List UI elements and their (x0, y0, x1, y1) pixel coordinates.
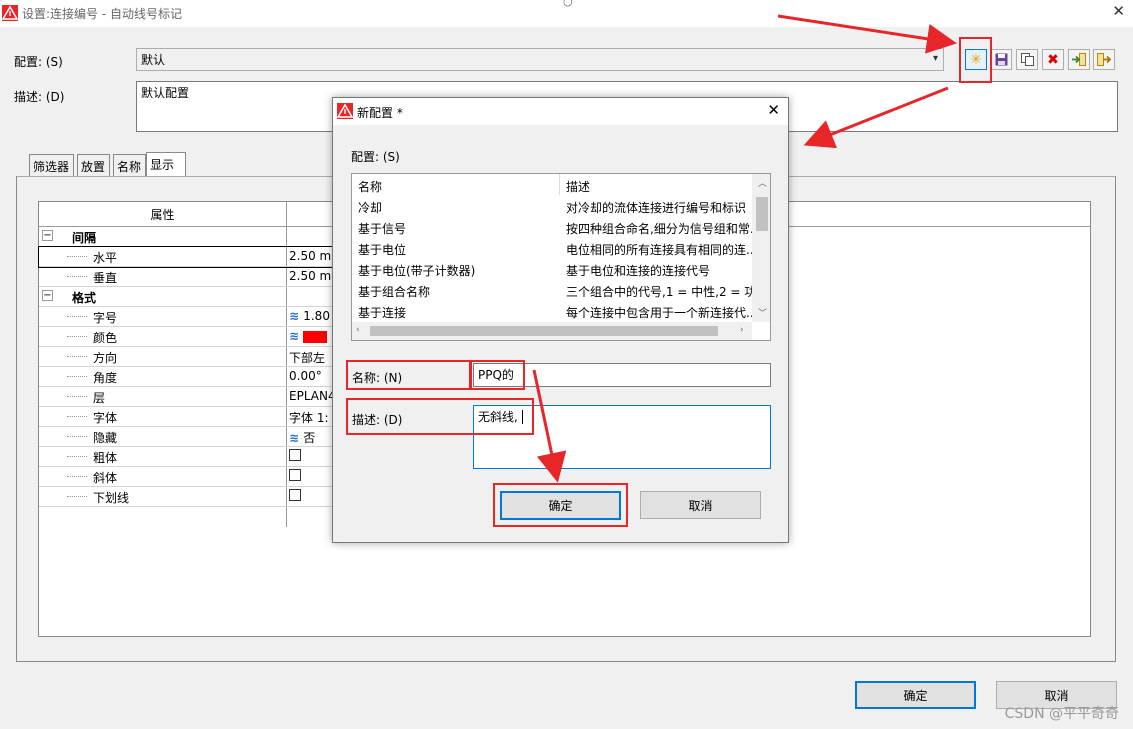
watermark: CSDN @平平奇奇 (1004, 706, 1119, 722)
annotation-layer (532, 14, 957, 483)
annotation-box (493, 483, 628, 527)
annotation-box (346, 398, 534, 435)
annotation-box (959, 37, 992, 83)
annotation-box (346, 360, 471, 390)
annotation-arrow (777, 14, 957, 54)
annotation-arrow (803, 86, 949, 149)
annotation-box (470, 360, 525, 390)
annotation-arrow (532, 369, 567, 483)
